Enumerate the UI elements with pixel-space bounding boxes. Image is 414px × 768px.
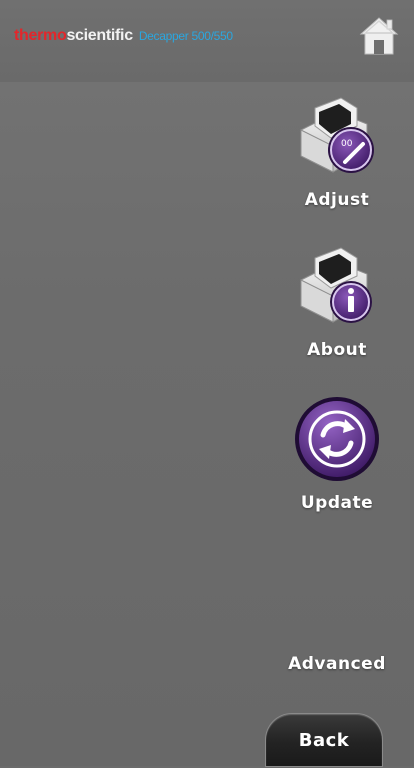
about-label: About: [307, 340, 367, 360]
brand-thermo: thermo: [14, 27, 67, 44]
update-button[interactable]: Update: [262, 395, 412, 513]
refresh-icon: [295, 397, 379, 481]
product-name: Decapper 500/550: [138, 29, 233, 43]
svg-text:00: 00: [341, 139, 353, 149]
about-button[interactable]: About: [262, 240, 412, 360]
header-bar: thermoscientific Decapper 500/550: [0, 0, 414, 82]
brand-logo: thermoscientific Decapper 500/550: [14, 27, 233, 45]
adjust-button[interactable]: 00 Adjust: [262, 90, 412, 210]
adjust-label: Adjust: [304, 190, 370, 210]
decapper-adjust-icon: 00: [300, 97, 374, 173]
decapper-info-icon: [300, 247, 372, 323]
home-icon[interactable]: [357, 14, 401, 58]
update-label: Update: [300, 493, 374, 513]
brand-scientific: scientific: [66, 27, 133, 44]
back-button[interactable]: Back: [266, 714, 382, 766]
screen: thermoscientific Decapper 500/550 00 Adj…: [0, 0, 414, 766]
advanced-button[interactable]: Advanced: [262, 654, 412, 674]
